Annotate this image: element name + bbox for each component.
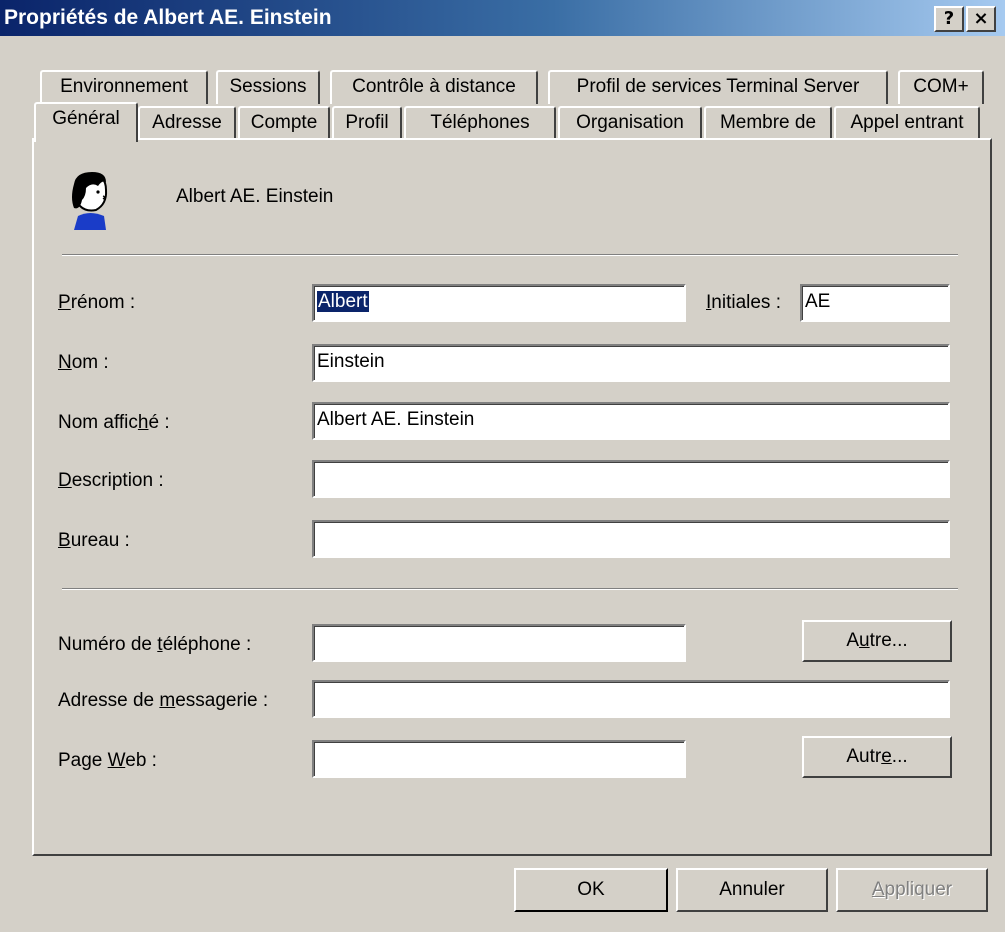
telephone-input[interactable] [312,624,686,662]
window-title: Propriétés de Albert AE. Einstein [4,6,332,29]
label-prenom: Prénom : [58,292,136,313]
tab-controle-distance[interactable]: Contrôle à distance [330,70,538,104]
close-button[interactable]: × [966,6,996,32]
properties-dialog: Propriétés de Albert AE. Einstein ? × En… [0,0,1005,932]
tab-membre-de[interactable]: Membre de [704,106,832,140]
tab-general[interactable]: Général [34,102,138,142]
label-nom: Nom : [58,352,109,373]
prenom-input[interactable]: Albert [312,284,686,322]
title-bar[interactable]: Propriétés de Albert AE. Einstein ? × [0,0,1005,36]
help-icon: ? [943,8,955,29]
separator [62,254,958,256]
autre-phone-button[interactable]: Autre... [802,620,952,662]
label-nom-affiche: Nom affiché : [58,412,170,433]
appliquer-button[interactable]: Appliquer [836,868,988,912]
annuler-button[interactable]: Annuler [676,868,828,912]
label-page-web: Page Web : [58,750,157,771]
tab-sessions[interactable]: Sessions [216,70,320,104]
label-messagerie: Adresse de messagerie : [58,690,269,711]
label-initiales: Initiales : [706,292,781,313]
nom-input[interactable]: Einstein [312,344,950,382]
page-web-input[interactable] [312,740,686,778]
prenom-value: Albert [317,291,369,312]
tab-compte[interactable]: Compte [238,106,330,140]
label-telephone: Numéro de téléphone : [58,634,252,655]
tab-appel-entrant[interactable]: Appel entrant [834,106,980,140]
tab-telephones[interactable]: Téléphones [404,106,556,140]
tab-environnement[interactable]: Environnement [40,70,208,104]
tab-adresse[interactable]: Adresse [138,106,236,140]
label-bureau: Bureau : [58,530,130,551]
description-input[interactable] [312,460,950,498]
messagerie-input[interactable] [312,680,950,718]
tab-com-plus[interactable]: COM+ [898,70,984,104]
tab-profil[interactable]: Profil [332,106,402,140]
close-icon: × [973,8,989,29]
nom-affiche-input[interactable]: Albert AE. Einstein [312,402,950,440]
tab-organisation[interactable]: Organisation [558,106,702,140]
user-display-name: Albert AE. Einstein [176,186,334,207]
autre-web-button[interactable]: Autre... [802,736,952,778]
help-button[interactable]: ? [934,6,964,32]
user-icon [72,172,108,230]
separator [62,588,958,590]
label-description: Description : [58,470,164,491]
tab-profil-terminal-server[interactable]: Profil de services Terminal Server [548,70,888,104]
initiales-input[interactable]: AE [800,284,950,322]
ok-button[interactable]: OK [514,868,668,912]
bureau-input[interactable] [312,520,950,558]
